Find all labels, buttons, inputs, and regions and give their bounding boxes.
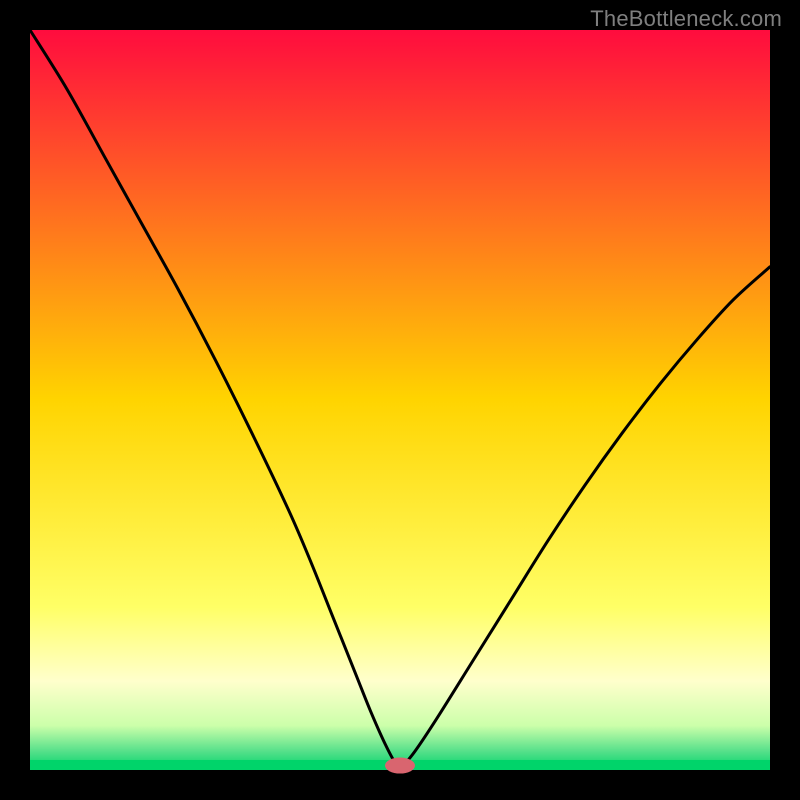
chart-svg <box>0 0 800 800</box>
bottleneck-chart: TheBottleneck.com <box>0 0 800 800</box>
optimum-marker <box>385 758 415 774</box>
gradient-background <box>30 30 770 770</box>
watermark-text: TheBottleneck.com <box>590 6 782 32</box>
